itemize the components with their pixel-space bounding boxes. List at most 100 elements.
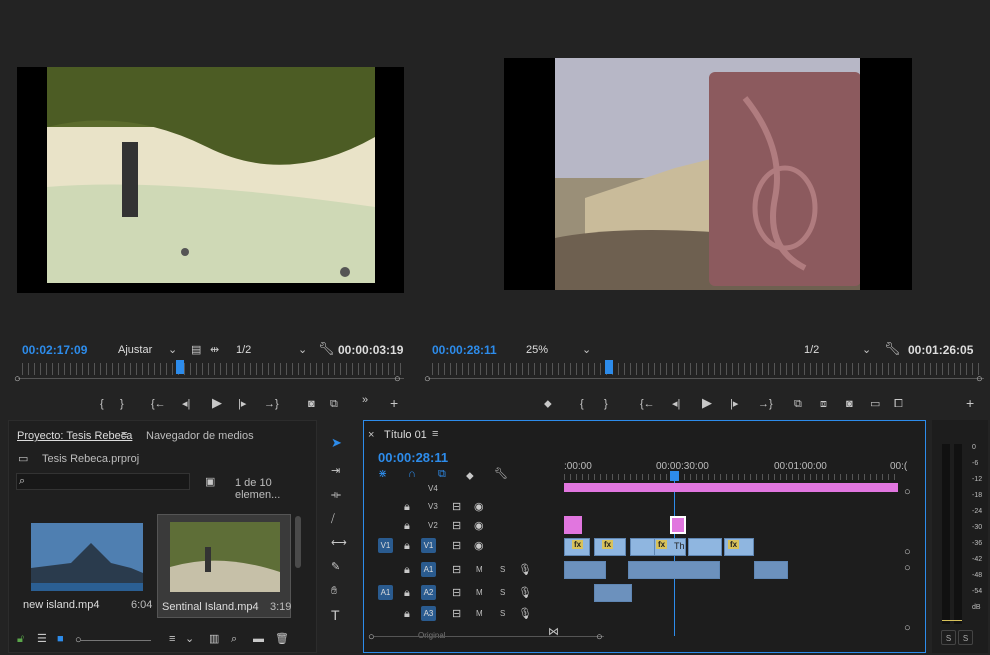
source-a1-button[interactable]: A1: [378, 585, 393, 600]
program-timecode[interactable]: 00:00:28:11: [432, 343, 497, 357]
insert-sequence-icon[interactable]: ⧉: [438, 467, 446, 481]
go-to-out-icon[interactable]: →}: [758, 397, 773, 411]
sort-icon[interactable]: ≡: [169, 632, 175, 646]
solo-left-button[interactable]: S: [941, 630, 956, 645]
slip-icon[interactable]: ⟷: [331, 536, 347, 550]
microphone-icon[interactable]: 🎙︎: [518, 563, 532, 577]
insert-icon[interactable]: ⧉: [330, 397, 338, 411]
sequence-tab[interactable]: Título 01: [384, 429, 427, 441]
clip-v2[interactable]: [564, 516, 582, 534]
clip-v4[interactable]: [564, 483, 898, 492]
zoom-to-sequence-icon[interactable]: ⋈: [548, 625, 559, 639]
program-resolution[interactable]: 1/2: [804, 344, 819, 356]
play-icon[interactable]: ▶: [702, 396, 712, 410]
slider-handle-icon[interactable]: ○: [75, 633, 82, 647]
program-playhead[interactable]: [605, 360, 613, 374]
new-bin-icon[interactable]: ▣: [205, 475, 215, 489]
sync-lock-icon[interactable]: ⊟: [452, 519, 461, 533]
chevron-down-icon[interactable]: ⌄: [168, 343, 177, 357]
close-icon[interactable]: ×: [368, 428, 374, 442]
panel-menu-icon[interactable]: ≡: [121, 428, 127, 442]
compare-icon[interactable]: ⧠: [894, 397, 903, 411]
track-height-icon[interactable]: ○: [904, 561, 911, 575]
go-to-in-icon[interactable]: {←: [640, 397, 655, 411]
step-back-icon[interactable]: ◂|: [672, 397, 680, 411]
lock-icon[interactable]: 🔒︎: [404, 586, 410, 600]
more-icon[interactable]: »: [362, 393, 368, 407]
scrollbar[interactable]: [295, 516, 301, 568]
scroll-handle-icon[interactable]: ○: [596, 630, 603, 644]
sync-lock-icon[interactable]: ⊟: [452, 500, 461, 514]
list-item[interactable]: Sentinal Island.mp4 3:19: [157, 514, 291, 618]
razor-icon[interactable]: ⧸: [331, 512, 335, 526]
source-playhead[interactable]: [176, 360, 184, 374]
eye-icon[interactable]: ◉: [474, 539, 484, 553]
selection-tool-icon[interactable]: ➤: [331, 436, 342, 450]
track-a2[interactable]: A2: [421, 585, 436, 600]
zoom-handle-icon[interactable]: ○: [976, 372, 983, 386]
solo-button[interactable]: S: [500, 565, 505, 574]
track-height-icon[interactable]: ○: [904, 621, 911, 635]
sync-lock-icon[interactable]: ⊟: [452, 539, 461, 553]
eye-icon[interactable]: ◉: [474, 500, 484, 514]
source-resolution[interactable]: 1/2: [236, 344, 251, 356]
sync-lock-icon[interactable]: ⊟: [452, 607, 461, 621]
go-to-in-icon[interactable]: {←: [151, 397, 166, 411]
timeline-playhead-handle[interactable]: [670, 471, 679, 481]
mute-button[interactable]: M: [476, 609, 483, 618]
icon-view-icon[interactable]: ■: [57, 632, 64, 646]
audio-clip-a2[interactable]: [594, 584, 632, 602]
solo-button[interactable]: S: [500, 588, 505, 597]
insert-range-icon[interactable]: ⇹: [210, 343, 219, 357]
mark-in-icon[interactable]: {: [100, 397, 104, 411]
step-forward-icon[interactable]: |▸: [238, 397, 246, 411]
list-item[interactable]: new island.mp4 6:04: [19, 519, 152, 616]
mute-button[interactable]: M: [476, 588, 483, 597]
lock-icon[interactable]: 🔒︎: [404, 539, 410, 553]
source-v1-button[interactable]: V1: [378, 538, 393, 553]
source-zoom-bar[interactable]: [18, 378, 404, 379]
ripple-edit-icon[interactable]: ⟛: [331, 488, 341, 502]
delete-icon[interactable]: 🗑︎: [275, 632, 289, 646]
camera-icon[interactable]: ◙: [846, 397, 853, 411]
safe-margins-icon[interactable]: ▭: [870, 397, 880, 411]
zoom-handle-icon[interactable]: ○: [394, 372, 401, 386]
clip-v1[interactable]: [688, 538, 722, 556]
clip-v2-selected[interactable]: [670, 516, 686, 534]
tab-project[interactable]: Proyecto: Tesis Rebeca: [17, 430, 132, 442]
source-fit-dropdown[interactable]: Ajustar: [118, 344, 152, 356]
marker-icon[interactable]: ⬥: [544, 397, 552, 411]
lift-icon[interactable]: ⧉: [794, 397, 802, 411]
search-input[interactable]: [16, 473, 190, 490]
find-icon[interactable]: ⌕: [231, 632, 237, 646]
settings-small-icon[interactable]: ▤: [191, 343, 201, 357]
list-view-icon[interactable]: ☰: [37, 632, 47, 646]
step-forward-icon[interactable]: |▸: [730, 397, 738, 411]
track-height-icon[interactable]: ○: [904, 545, 911, 559]
eye-icon[interactable]: ◉: [474, 519, 484, 533]
track-a1[interactable]: A1: [421, 562, 436, 577]
linked-icon[interactable]: ∩: [408, 467, 416, 481]
zoom-slider[interactable]: [81, 640, 151, 641]
mark-in-icon[interactable]: {: [580, 397, 584, 411]
chevron-down-icon[interactable]: ⌄: [185, 632, 194, 646]
scroll-handle-icon[interactable]: ○: [368, 630, 375, 644]
hand-icon[interactable]: ✋︎: [331, 584, 337, 598]
timeline-timecode[interactable]: 00:00:28:11: [378, 450, 448, 465]
type-tool-icon[interactable]: T: [331, 608, 340, 622]
pen-icon[interactable]: ✎: [331, 560, 340, 574]
microphone-icon[interactable]: 🎙︎: [518, 586, 532, 600]
mute-button[interactable]: M: [476, 565, 483, 574]
automate-icon[interactable]: ▥: [209, 632, 219, 646]
mark-out-icon[interactable]: }: [604, 397, 608, 411]
mark-out-icon[interactable]: }: [120, 397, 124, 411]
snap-icon[interactable]: ⋇: [378, 467, 387, 481]
zoom-handle-icon[interactable]: ○: [14, 372, 21, 386]
wrench-icon[interactable]: 🔧︎: [494, 467, 508, 481]
step-back-icon[interactable]: ◂|: [182, 397, 190, 411]
extract-icon[interactable]: ⧈: [820, 397, 827, 411]
tab-media-browser[interactable]: Navegador de medios: [146, 430, 254, 442]
chevron-down-icon[interactable]: ⌄: [298, 343, 307, 357]
program-zoom-dropdown[interactable]: 25%: [526, 344, 548, 356]
sync-lock-icon[interactable]: ⊟: [452, 586, 461, 600]
